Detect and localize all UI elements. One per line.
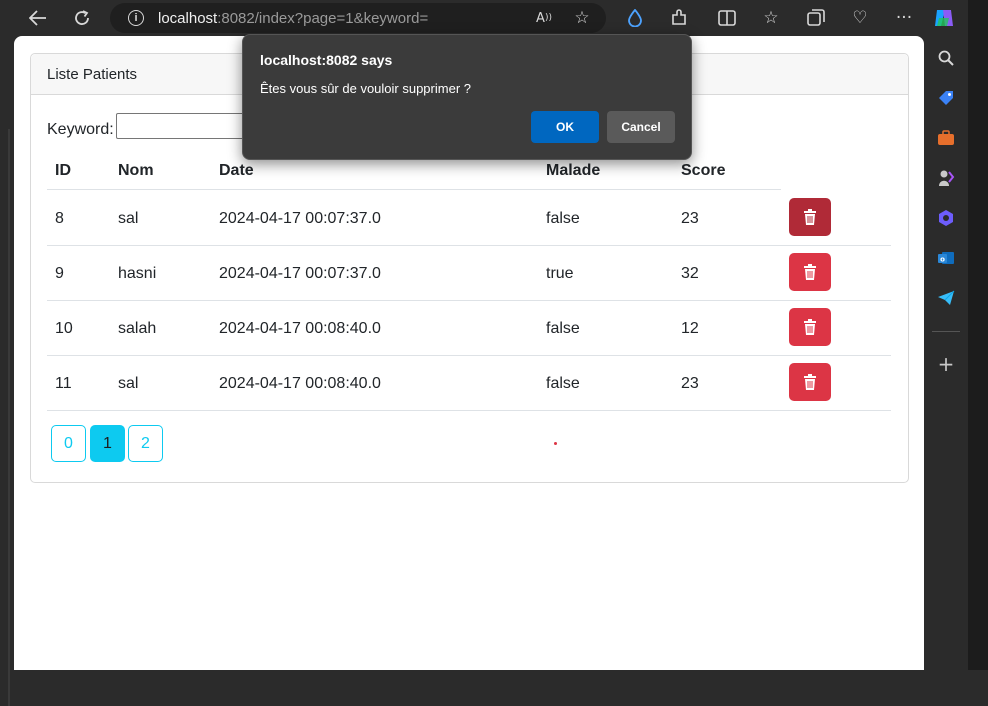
page-button-1[interactable]: 1 (90, 425, 125, 462)
extensions-icon[interactable] (667, 6, 691, 30)
column-header-nom: Nom (118, 162, 154, 179)
keyword-label: Keyword: (47, 121, 114, 138)
svg-text:o: o (940, 256, 945, 264)
window-left-edge (0, 36, 14, 706)
collections-icon[interactable] (804, 6, 828, 30)
delete-button[interactable] (789, 363, 831, 401)
toolbox-icon[interactable] (934, 126, 958, 150)
table-row: 10 salah 2024-04-17 00:08:40.0 false 12 (47, 300, 891, 356)
cell-nom: sal (118, 375, 139, 392)
copilot-icon[interactable] (932, 6, 956, 30)
column-header-malade: Malade (546, 162, 601, 179)
cell-date: 2024-04-17 00:08:40.0 (219, 375, 381, 392)
window-right-edge (968, 0, 988, 670)
copilot-app-icon[interactable] (934, 206, 958, 230)
cell-id: 8 (55, 210, 64, 227)
cell-date: 2024-04-17 00:07:37.0 (219, 265, 381, 282)
dialog-title: localhost:8082 says (260, 52, 393, 68)
column-header-id: ID (55, 162, 71, 179)
delete-button[interactable] (789, 308, 831, 346)
read-aloud-icon[interactable]: A)) (532, 6, 556, 30)
cell-date: 2024-04-17 00:08:40.0 (219, 320, 381, 337)
drop-icon[interactable] (623, 6, 647, 30)
add-icon[interactable]: + (934, 352, 958, 376)
cell-nom: hasni (118, 265, 157, 282)
table-row: 8 sal 2024-04-17 00:07:37.0 false 23 (47, 190, 891, 246)
browser-essentials-icon[interactable]: ♡ (848, 6, 872, 30)
favorite-star-icon[interactable]: ☆ (570, 6, 594, 30)
info-icon[interactable]: i (128, 10, 144, 26)
table-row: 11 sal 2024-04-17 00:08:40.0 false 23 (47, 355, 891, 411)
cell-malade: false (546, 320, 580, 337)
card-title: Liste Patients (47, 66, 138, 83)
stray-dot (554, 442, 557, 445)
split-screen-icon[interactable] (715, 6, 739, 30)
delete-button[interactable] (789, 198, 831, 236)
sidebar-separator (932, 331, 960, 332)
page-button-0[interactable]: 0 (51, 425, 86, 462)
games-icon[interactable] (934, 166, 958, 190)
back-arrow-icon[interactable] (26, 6, 50, 30)
cell-nom: sal (118, 210, 139, 227)
trash-icon (804, 209, 816, 225)
refresh-icon[interactable] (70, 6, 94, 30)
cell-id: 10 (55, 320, 73, 337)
table-row: 9 hasni 2024-04-17 00:07:37.0 true 32 (47, 245, 891, 301)
edge-line (8, 129, 10, 706)
cell-malade: true (546, 265, 574, 282)
ok-button[interactable]: OK (531, 111, 599, 143)
url-text[interactable]: localhost:8082/index?page=1&keyword= (158, 10, 428, 27)
browser-toolbar: i localhost:8082/index?page=1&keyword= A… (0, 0, 988, 36)
cell-malade: false (546, 210, 580, 227)
column-header-score: Score (681, 162, 726, 179)
delete-button[interactable] (789, 253, 831, 291)
column-header-date: Date (219, 162, 254, 179)
cancel-button[interactable]: Cancel (607, 111, 675, 143)
page-button-2[interactable]: 2 (128, 425, 163, 462)
cell-score: 12 (681, 320, 699, 337)
shopping-tag-icon[interactable] (934, 86, 958, 110)
dialog-message: Êtes vous sûr de vouloir supprimer ? (260, 81, 471, 96)
trash-icon (804, 319, 816, 335)
favorites-icon[interactable]: ☆ (759, 6, 783, 30)
cell-score: 23 (681, 210, 699, 227)
browser-sidebar: o + (924, 36, 968, 670)
cell-id: 11 (55, 375, 72, 392)
trash-icon (804, 374, 816, 390)
trash-icon (804, 264, 816, 280)
cell-score: 32 (681, 265, 699, 282)
cell-malade: false (546, 375, 580, 392)
cell-nom: salah (118, 320, 157, 337)
telegram-icon[interactable] (934, 286, 958, 310)
cell-score: 23 (681, 375, 699, 392)
cell-id: 9 (55, 265, 64, 282)
outlook-icon[interactable]: o (934, 246, 958, 270)
search-icon[interactable] (934, 46, 958, 70)
address-bar[interactable]: i localhost:8082/index?page=1&keyword= A… (110, 3, 606, 33)
confirm-dialog: localhost:8082 says Êtes vous sûr de vou… (242, 34, 692, 160)
more-icon[interactable]: ··· (892, 6, 916, 30)
cell-date: 2024-04-17 00:07:37.0 (219, 210, 381, 227)
